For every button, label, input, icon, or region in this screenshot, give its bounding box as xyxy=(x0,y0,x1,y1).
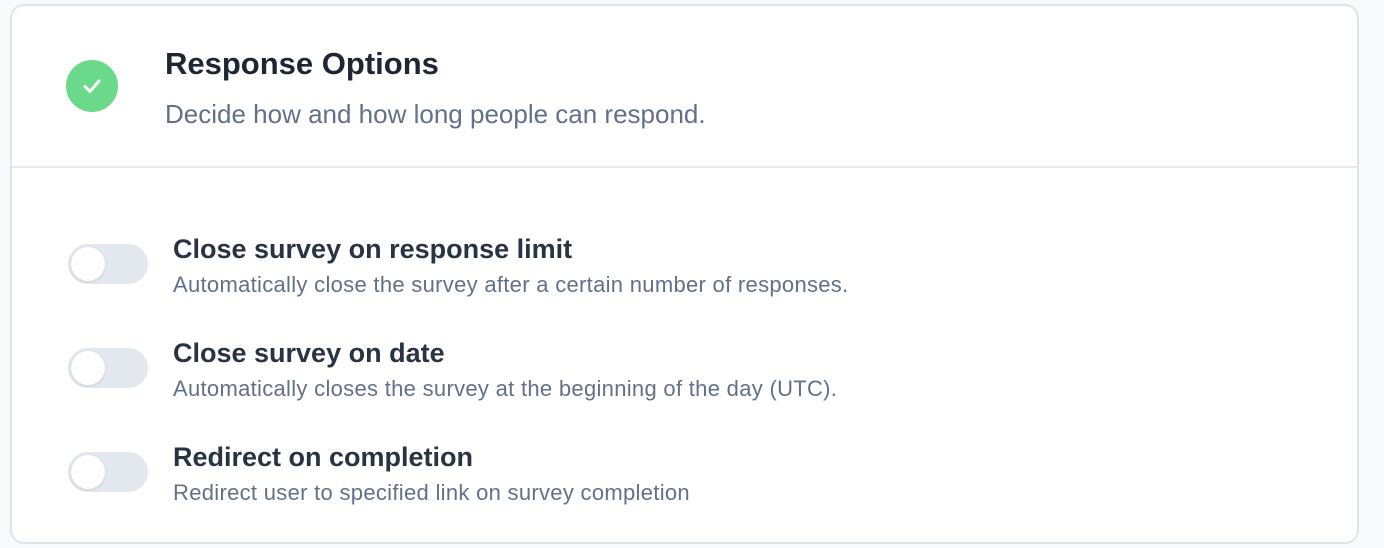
redirect-on-completion-toggle[interactable] xyxy=(68,452,148,492)
toggle-knob xyxy=(71,351,105,385)
option-close-on-response-limit: Close survey on response limit Automatic… xyxy=(12,234,1357,320)
response-options-card: Response Options Decide how and how long… xyxy=(10,4,1359,544)
option-description: Redirect user to specified link on surve… xyxy=(173,480,690,505)
section-title: Response Options xyxy=(165,46,439,81)
option-title: Close survey on date xyxy=(173,338,445,368)
section-description: Decide how and how long people can respo… xyxy=(165,99,706,129)
option-description: Automatically close the survey after a c… xyxy=(173,272,849,297)
toggle-knob xyxy=(71,455,105,489)
toggle-knob xyxy=(71,247,105,281)
option-title: Close survey on response limit xyxy=(173,234,573,264)
option-close-on-date: Close survey on date Automatically close… xyxy=(12,338,1357,424)
option-redirect-on-completion: Redirect on completion Redirect user to … xyxy=(12,442,1357,528)
response-limit-toggle[interactable] xyxy=(68,244,148,284)
close-on-date-toggle[interactable] xyxy=(68,348,148,388)
option-title: Redirect on completion xyxy=(173,442,474,472)
card-header: Response Options Decide how and how long… xyxy=(12,6,1357,168)
check-circle-icon xyxy=(66,60,118,112)
option-description: Automatically closes the survey at the b… xyxy=(173,376,838,401)
checkmark-icon xyxy=(83,79,101,93)
